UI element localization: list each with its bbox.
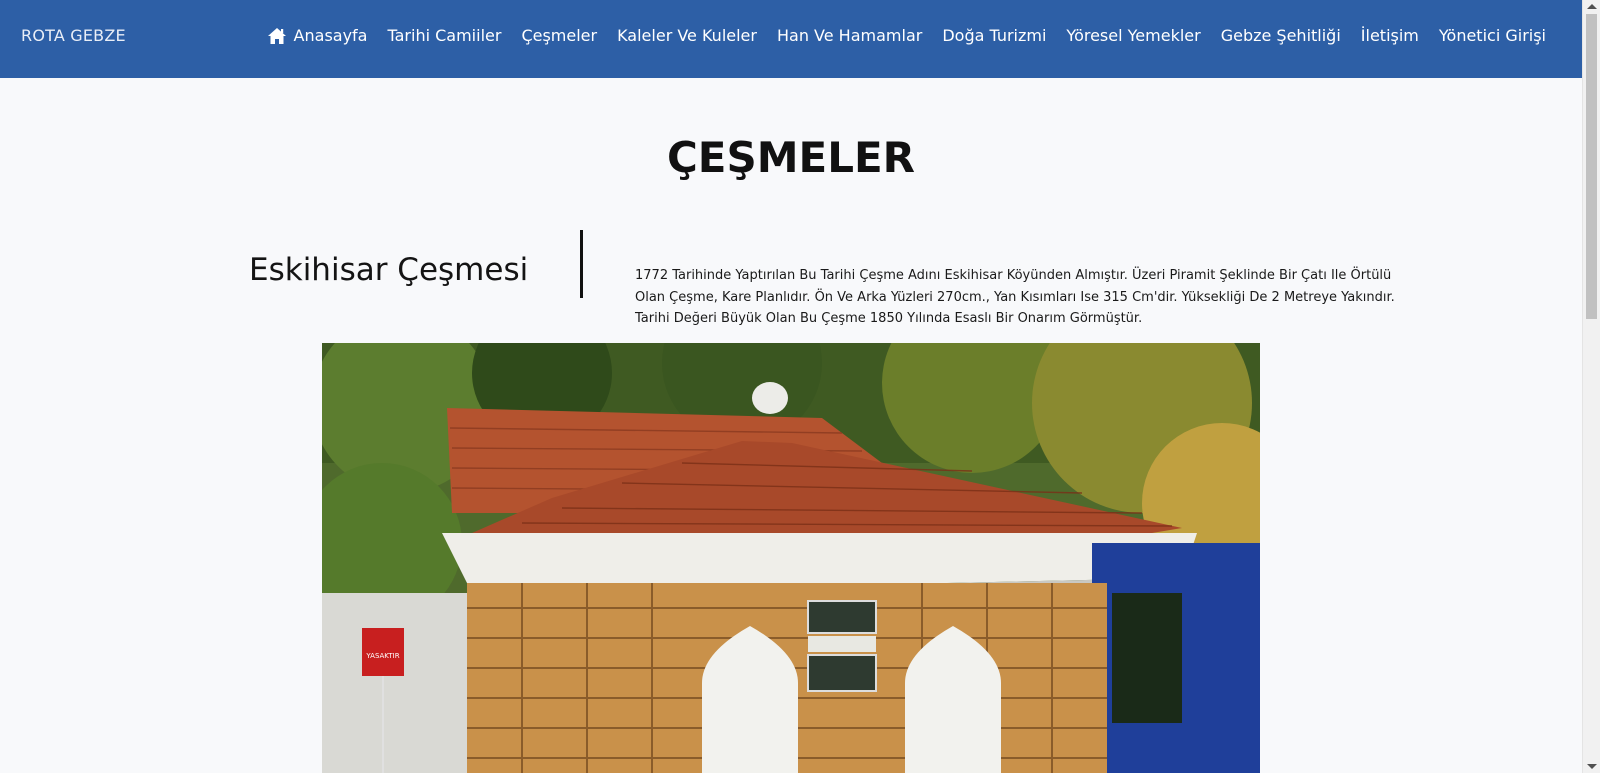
- nav-link-kaleler-ve-kuleler[interactable]: Kaleler Ve Kuleler: [617, 22, 757, 50]
- nav-link-doga-turizmi[interactable]: Doğa Turizmi: [942, 22, 1046, 50]
- home-icon: [267, 28, 286, 44]
- scroll-thumb[interactable]: [1586, 14, 1597, 319]
- sign-text: YASAKTIR: [365, 652, 399, 660]
- fountain-photo-illustration: YASAKTIR: [322, 343, 1260, 773]
- nav-link-tarihi-camiiler[interactable]: Tarihi Camiiler: [387, 22, 501, 50]
- nav-link-label: Anasayfa: [293, 26, 368, 45]
- nav-menu: Anasayfa Tarihi Camiiler Çeşmeler Kalele…: [247, 22, 1546, 50]
- nav-link-yonetici-girisi[interactable]: Yönetici Girişi: [1439, 22, 1546, 50]
- nav-item-anasayfa: Anasayfa: [267, 22, 368, 50]
- vertical-divider: [580, 230, 583, 298]
- nav-link-cesmeler[interactable]: Çeşmeler: [521, 22, 597, 50]
- navbar: ROTA GEBZE Anasayfa Tarihi Camiiler Çeşm…: [0, 0, 1582, 78]
- scroll-up-arrow-icon[interactable]: [1587, 4, 1597, 9]
- nav-link-han-ve-hamamlar[interactable]: Han Ve Hamamlar: [777, 22, 922, 50]
- nav-link-gebze-sehitligi[interactable]: Gebze Şehitliği: [1221, 22, 1341, 50]
- nav-link-anasayfa[interactable]: Anasayfa: [267, 22, 368, 50]
- page-title: ÇEŞMELER: [666, 133, 916, 182]
- scroll-down-arrow-icon[interactable]: [1587, 764, 1597, 769]
- page-scrollbar[interactable]: [1582, 0, 1600, 773]
- nav-link-yoresel-yemekler[interactable]: Yöresel Yemekler: [1066, 22, 1200, 50]
- fountain-photo: YASAKTIR: [322, 343, 1260, 773]
- brand-link[interactable]: ROTA GEBZE: [21, 26, 126, 45]
- fountain-description: 1772 Tarihinde Yaptırılan Bu Tarihi Çeşm…: [635, 268, 1395, 326]
- nav-link-iletisim[interactable]: İletişim: [1361, 22, 1419, 50]
- fountain-title: Eskihisar Çeşmesi: [249, 252, 529, 288]
